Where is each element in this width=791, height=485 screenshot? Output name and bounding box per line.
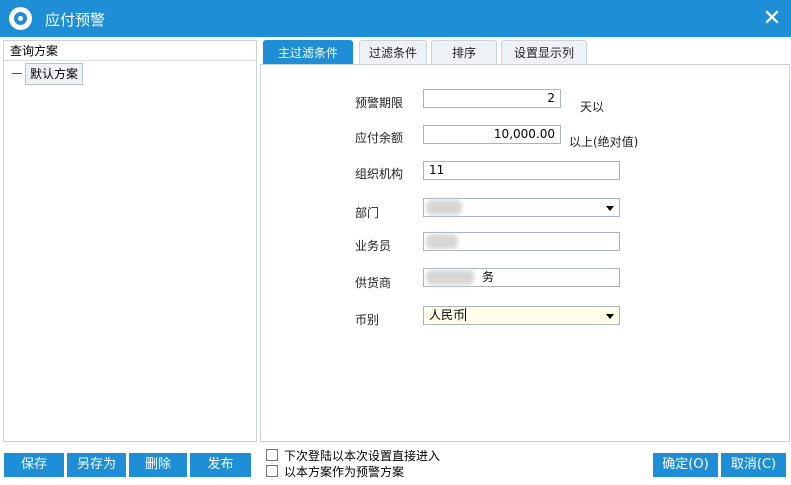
- currency-select[interactable]: 人民币: [423, 306, 620, 325]
- main-filter-panel: [260, 64, 790, 442]
- chevron-down-icon: [606, 206, 614, 211]
- redacted-salesperson: [426, 234, 458, 249]
- supplier-input[interactable]: 务: [423, 268, 620, 287]
- ok-button[interactable]: 确定(O): [653, 453, 718, 477]
- department-label: 部门: [355, 206, 380, 220]
- window-title: 应付预警: [45, 11, 106, 29]
- salesperson-input[interactable]: [423, 232, 620, 251]
- department-select[interactable]: [423, 198, 620, 217]
- enter-directly-checkbox[interactable]: [266, 449, 278, 461]
- app-logo-icon: [9, 7, 32, 30]
- organization-input[interactable]: 11: [423, 161, 620, 180]
- scheme-item-default[interactable]: 默认方案: [25, 63, 84, 85]
- supplier-label: 供货商: [355, 276, 392, 290]
- redacted-supplier: [426, 270, 474, 285]
- payable-balance-input[interactable]: 10,000.00: [423, 125, 561, 144]
- tab-main-filter[interactable]: 主过滤条件: [263, 40, 353, 64]
- query-scheme-panel: 查询方案 默认方案: [3, 40, 257, 442]
- warning-period-suffix: 天以: [580, 100, 605, 114]
- currency-value: 人民币: [429, 308, 466, 322]
- tab-display-columns[interactable]: 设置显示列: [501, 40, 587, 64]
- warning-period-label: 预警期限: [355, 96, 404, 110]
- warning-scheme-checkbox-row[interactable]: 以本方案作为预警方案: [266, 463, 404, 480]
- warning-scheme-checkbox[interactable]: [266, 465, 278, 477]
- save-button[interactable]: 保存: [4, 453, 64, 477]
- currency-label: 币别: [355, 313, 380, 327]
- query-scheme-header: 查询方案: [10, 44, 59, 58]
- text-cursor: [465, 308, 467, 321]
- cancel-button[interactable]: 取消(C): [721, 453, 786, 477]
- enter-directly-label: 下次登陆以本次设置直接进入: [284, 449, 441, 463]
- organization-label: 组织机构: [355, 167, 404, 181]
- title-bar: 应付预警 ✕: [0, 0, 791, 37]
- chevron-down-icon: [606, 314, 614, 319]
- delete-button[interactable]: 删除: [129, 453, 187, 477]
- publish-button[interactable]: 发布: [190, 453, 251, 477]
- close-icon[interactable]: ✕: [757, 4, 787, 34]
- enter-directly-checkbox-row[interactable]: 下次登陆以本次设置直接进入: [266, 447, 440, 464]
- tab-filter-conditions[interactable]: 过滤条件: [359, 40, 427, 64]
- salesperson-label: 业务员: [355, 239, 392, 253]
- warning-period-input[interactable]: 2: [423, 89, 561, 108]
- redacted-department: [426, 200, 462, 215]
- save-as-button[interactable]: 另存为: [67, 453, 126, 477]
- payable-balance-label: 应付余额: [355, 131, 404, 145]
- tab-sort[interactable]: 排序: [431, 40, 497, 64]
- warning-scheme-label: 以本方案作为预警方案: [284, 465, 405, 479]
- payable-balance-suffix: 以上(绝对值): [569, 135, 639, 149]
- supplier-value-tail: 务: [482, 270, 495, 284]
- tree-connector: [12, 73, 22, 74]
- header-divider: [4, 60, 256, 61]
